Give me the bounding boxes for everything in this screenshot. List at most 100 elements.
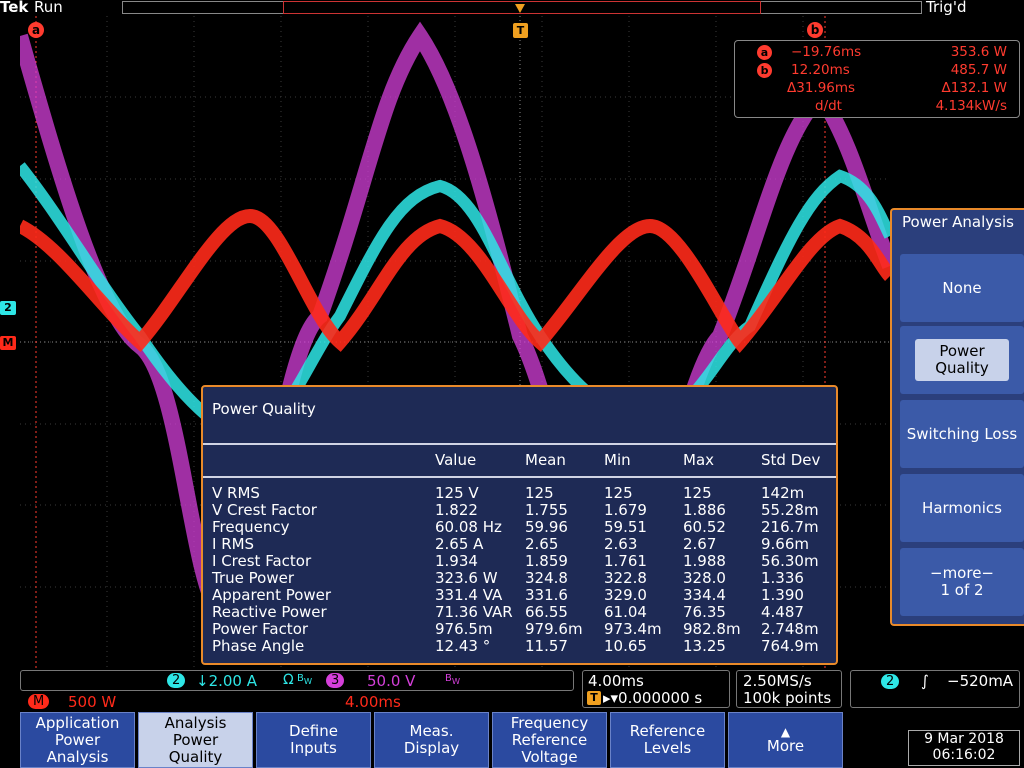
divider — [203, 476, 836, 478]
side-button-label: Switching Loss — [906, 424, 1018, 443]
table-cell: 9.66m — [761, 535, 810, 553]
side-button-label: None — [942, 278, 982, 297]
table-cell: 4.487 — [761, 603, 804, 621]
column-header: Max — [683, 451, 715, 469]
table-cell: 1.679 — [604, 501, 647, 519]
table-cell: 334.4 — [683, 586, 726, 604]
row-label: I RMS — [212, 535, 255, 553]
table-title: Power Quality — [212, 400, 316, 418]
table-cell: 2.748m — [761, 620, 819, 638]
trigger-box[interactable]: 2 ∫ −520mA — [850, 670, 1020, 708]
table-cell: 60.08 Hz — [435, 518, 502, 536]
side-button-switching-loss[interactable]: Switching Loss — [900, 400, 1024, 468]
trigger-slope-icon: ∫ — [921, 672, 929, 690]
table-cell: 328.0 — [683, 569, 726, 587]
cursor-delta-time: Δ31.96ms — [787, 80, 856, 96]
trigger-position-marker[interactable]: T — [513, 23, 528, 38]
record-length: 100k points — [743, 689, 832, 707]
table-cell: 1.336 — [761, 569, 804, 587]
ch2-badge: 2 — [167, 673, 186, 688]
bottom-button-application[interactable]: Application Power Analysis — [20, 712, 135, 768]
cursor-slope-label: d/dt — [815, 98, 842, 114]
table-cell: 125 V — [435, 484, 479, 502]
ch2-bandwidth-limit: BW — [297, 673, 313, 686]
table-cell: 973.4m — [604, 620, 662, 638]
side-menu: Power Analysis None Power Quality Switch… — [890, 208, 1024, 626]
table-cell: 125 — [683, 484, 712, 502]
cursor-slope-row: d/dt 4.134kW/s — [735, 98, 1021, 115]
row-label: Frequency — [212, 518, 290, 536]
time: 06:16:02 — [932, 747, 996, 763]
ch3-scale: 50.0 V — [367, 672, 416, 690]
ch3-bandwidth-limit: BW — [445, 673, 461, 686]
table-cell: 13.25 — [683, 637, 726, 655]
table-cell: 329.0 — [604, 586, 647, 604]
table-cell: 324.8 — [525, 569, 568, 587]
side-button-more[interactable]: −more− 1 of 2 — [900, 548, 1024, 616]
table-cell: 71.36 VAR — [435, 603, 513, 621]
table-cell: 61.04 — [604, 603, 647, 621]
cursor-readout-panel: a −19.76ms 353.6 W b 12.20ms 485.7 W Δ31… — [734, 40, 1020, 118]
ch2-coupling: Ω — [283, 672, 294, 688]
bottom-button-more[interactable]: ▲ More — [728, 712, 843, 768]
bottom-button-meas-display[interactable]: Meas. Display — [374, 712, 489, 768]
table-cell: 323.6 W — [435, 569, 498, 587]
table-cell: 55.28m — [761, 501, 819, 519]
bottom-button-reference-levels[interactable]: Reference Levels — [610, 712, 725, 768]
channel-status-box[interactable]: 2 ↓2.00 A Ω BW 3 50.0 V BW — [20, 670, 574, 691]
side-button-label: Power Quality — [915, 339, 1009, 381]
table-cell: 142m — [761, 484, 805, 502]
table-cell: 1.988 — [683, 552, 726, 570]
table-cell: 56.30m — [761, 552, 819, 570]
trigger-state: Trig'd — [926, 0, 967, 16]
table-cell: 331.4 VA — [435, 586, 503, 604]
bottom-button-analysis[interactable]: Analysis Power Quality — [138, 712, 253, 768]
column-header: Min — [604, 451, 631, 469]
table-cell: 59.96 — [525, 518, 568, 536]
acquisition-state[interactable]: Run — [34, 0, 63, 16]
ch2-scale: ↓2.00 A — [196, 672, 257, 690]
table-cell: 976.5m — [435, 620, 493, 638]
bottom-button-frequency-reference[interactable]: Frequency Reference Voltage — [492, 712, 607, 768]
cursor-b-value: 485.7 W — [950, 62, 1007, 78]
table-cell: 1.822 — [435, 501, 478, 519]
bottom-button-define-inputs[interactable]: Define Inputs — [256, 712, 371, 768]
table-cell: 12.43 ° — [435, 637, 491, 655]
sample-rate: 2.50MS/s — [743, 672, 812, 690]
table-cell: 59.51 — [604, 518, 647, 536]
trigger-position-value: ▸▾0.000000 s — [603, 689, 703, 707]
cursor-delta-value: Δ132.1 W — [941, 80, 1007, 96]
math-scale: 500 W — [68, 693, 117, 711]
math-ground-marker[interactable]: M — [0, 336, 16, 350]
math-status-box[interactable]: M 500 W 4.00ms — [20, 692, 574, 712]
column-header: Mean — [525, 451, 566, 469]
date: 9 Mar 2018 — [924, 731, 1004, 747]
cursor-b-marker[interactable]: b — [807, 22, 823, 38]
row-label: V Crest Factor — [212, 501, 317, 519]
side-button-label: −more− — [930, 564, 994, 582]
side-button-page: 1 of 2 — [940, 581, 984, 599]
table-cell: 1.390 — [761, 586, 804, 604]
column-header: Value — [435, 451, 477, 469]
side-button-harmonics[interactable]: Harmonics — [900, 474, 1024, 542]
cursor-a-time: −19.76ms — [791, 44, 862, 60]
side-menu-title: Power Analysis — [902, 213, 1014, 231]
table-cell: 60.52 — [683, 518, 726, 536]
acquisition-box[interactable]: 2.50MS/s 100k points — [736, 670, 842, 708]
table-cell: 76.35 — [683, 603, 726, 621]
cursor-a-badge: a — [757, 45, 772, 60]
side-button-power-quality[interactable]: Power Quality — [900, 326, 1024, 394]
date-time-display: 9 Mar 2018 06:16:02 — [908, 730, 1020, 766]
timebase-box[interactable]: 4.00ms T ▸▾0.000000 s — [582, 670, 730, 708]
trigger-arrow-icon — [515, 4, 525, 13]
cursor-a-marker[interactable]: a — [28, 22, 44, 38]
ch2-ground-marker[interactable]: 2 — [0, 301, 16, 315]
table-cell: 66.55 — [525, 603, 568, 621]
table-cell: 125 — [525, 484, 554, 502]
side-button-none[interactable]: None — [900, 254, 1024, 322]
table-cell: 216.7m — [761, 518, 819, 536]
table-cell: 322.8 — [604, 569, 647, 587]
power-quality-table: Power Quality Value Mean Min Max Std Dev V R… — [201, 385, 838, 665]
table-cell: 10.65 — [604, 637, 647, 655]
chevron-up-icon: ▲ — [780, 724, 791, 739]
